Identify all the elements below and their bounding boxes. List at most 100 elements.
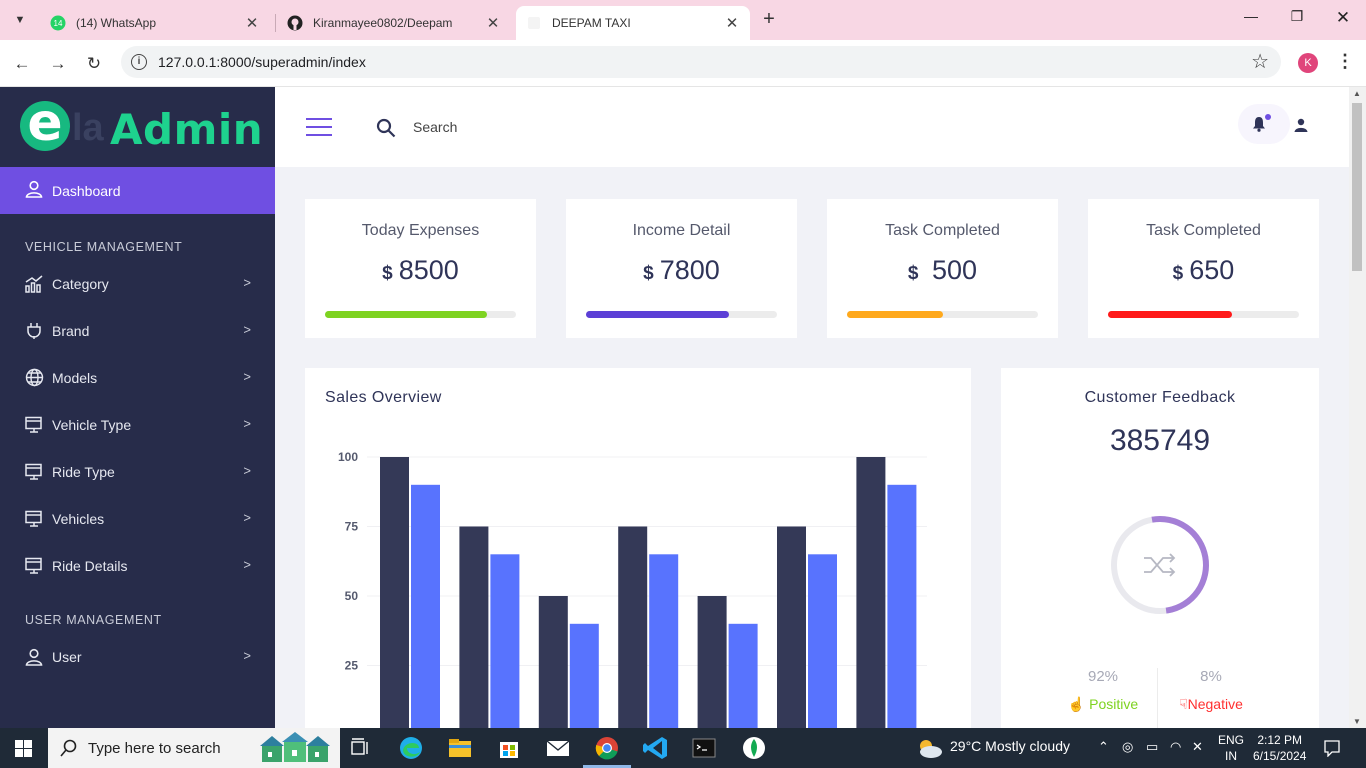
user-icon[interactable] bbox=[1294, 118, 1308, 137]
sidebar-item-brand[interactable]: Brand > bbox=[0, 307, 275, 354]
system-clock[interactable]: 2:12 PM 6/15/2024 bbox=[1253, 732, 1306, 764]
reload-button[interactable]: ↻ bbox=[80, 50, 108, 78]
village-illustration-icon bbox=[260, 732, 330, 762]
sidebar-item-label: Dashboard bbox=[52, 182, 121, 199]
back-button[interactable]: ← bbox=[8, 50, 36, 78]
progress-bar bbox=[325, 311, 516, 318]
wifi-icon[interactable]: ◠ bbox=[1170, 739, 1181, 755]
card-title: Customer Feedback bbox=[1084, 389, 1236, 406]
tab-github[interactable]: Kiranmayee0802/Deepam ✕ bbox=[277, 6, 511, 40]
bookmark-star-icon[interactable]: ☆ bbox=[1251, 49, 1269, 74]
bar-series-1-2 bbox=[459, 526, 489, 728]
search-input[interactable]: Search bbox=[413, 119, 457, 135]
language-indicator[interactable]: ENG IN bbox=[1218, 732, 1244, 764]
chevron-up-icon[interactable]: ⌃ bbox=[1098, 739, 1109, 755]
menu-toggle-icon[interactable] bbox=[306, 118, 332, 138]
top-header: Search bbox=[275, 87, 1349, 167]
chevron-right-icon: > bbox=[243, 463, 251, 478]
scroll-thumb[interactable] bbox=[1352, 103, 1362, 271]
bar-series-1-6 bbox=[777, 526, 806, 728]
tab-label: (14) WhatsApp bbox=[76, 16, 157, 30]
sidebar-item-label: Ride Details bbox=[52, 557, 128, 574]
sidebar-item-label: User bbox=[52, 648, 82, 665]
feedback-ring-chart bbox=[1111, 516, 1209, 614]
sidebar-item-vehicle-type[interactable]: Vehicle Type > bbox=[0, 401, 275, 448]
sidebar-item-label: Vehicles bbox=[52, 510, 105, 527]
sidebar-item-user[interactable]: User > bbox=[0, 633, 275, 680]
battery-icon[interactable]: ▭ bbox=[1146, 739, 1158, 755]
mail-icon[interactable] bbox=[544, 734, 572, 762]
stat-amount: $650 bbox=[1172, 255, 1235, 285]
task-view-icon[interactable] bbox=[346, 734, 374, 762]
address-toolbar: ← → ↻ i 127.0.0.1:8000/superadmin/index … bbox=[0, 40, 1366, 87]
user-icon bbox=[25, 180, 47, 201]
address-bar[interactable]: i 127.0.0.1:8000/superadmin/index ☆ bbox=[121, 46, 1281, 78]
site-info-icon[interactable]: i bbox=[131, 54, 147, 70]
monitor-icon bbox=[25, 463, 47, 481]
profile-avatar[interactable]: K bbox=[1298, 53, 1318, 73]
feedback-count: 385749 bbox=[1109, 424, 1211, 457]
sales-bar-chart: 25 50 75 100 bbox=[338, 450, 927, 728]
stat-card-task-completed: Task Completed $ 500 bbox=[827, 199, 1058, 338]
new-tab-button[interactable]: + bbox=[758, 9, 780, 31]
chart-icon bbox=[25, 274, 47, 293]
progress-bar bbox=[586, 311, 777, 318]
edge-icon[interactable] bbox=[397, 734, 425, 762]
taskbar-search-box[interactable]: Type here to search bbox=[48, 728, 340, 768]
page-scrollbar[interactable]: ▲ ▼ bbox=[1349, 87, 1366, 728]
globe-icon bbox=[25, 368, 47, 387]
bar-series-1-3 bbox=[538, 596, 568, 728]
notification-center-icon[interactable] bbox=[1323, 739, 1341, 757]
url-text[interactable]: 127.0.0.1:8000/superadmin/index bbox=[158, 54, 366, 70]
chrome-icon[interactable] bbox=[593, 734, 621, 762]
sidebar-item-ride-type[interactable]: Ride Type > bbox=[0, 448, 275, 495]
sidebar-item-vehicles[interactable]: Vehicles > bbox=[0, 495, 275, 542]
shuffle-icon bbox=[1144, 553, 1176, 577]
sidebar: e la Admin Dashboard VEHICLE MANAGEMENT … bbox=[0, 87, 275, 728]
svg-text:14: 14 bbox=[54, 19, 63, 28]
file-explorer-icon[interactable] bbox=[446, 734, 474, 762]
stat-card-today-expenses: Today Expenses $8500 bbox=[305, 199, 536, 338]
search-icon bbox=[60, 739, 77, 757]
sidebar-item-dashboard[interactable]: Dashboard bbox=[0, 167, 275, 214]
sidebar-item-label: Brand bbox=[52, 322, 90, 339]
vscode-icon[interactable] bbox=[642, 734, 670, 762]
tab-deepam-taxi[interactable]: DEEPAM TAXI ✕ bbox=[516, 6, 750, 40]
bar-series-2-2 bbox=[490, 554, 520, 728]
sidebar-item-ride-details[interactable]: Ride Details > bbox=[0, 542, 275, 589]
y-tick-label: 75 bbox=[345, 520, 359, 534]
terminal-icon[interactable] bbox=[690, 734, 718, 762]
network-icon[interactable]: ◎ bbox=[1122, 739, 1133, 755]
minimize-button[interactable]: — bbox=[1228, 8, 1274, 32]
close-window-button[interactable]: ✕ bbox=[1320, 8, 1366, 32]
volume-muted-icon[interactable]: ✕ bbox=[1192, 739, 1203, 755]
chevron-right-icon: > bbox=[243, 510, 251, 525]
mongodb-compass-icon[interactable] bbox=[740, 734, 768, 762]
thumbs-down-icon: ☟ bbox=[1179, 696, 1188, 712]
sidebar-item-label: Vehicle Type bbox=[52, 416, 132, 433]
sidebar-item-models[interactable]: Models > bbox=[0, 354, 275, 401]
browser-menu-icon[interactable]: ⋮ bbox=[1336, 51, 1354, 72]
search-icon[interactable] bbox=[376, 118, 396, 143]
weather-text[interactable]: 29°C Mostly cloudy bbox=[950, 738, 1070, 754]
close-tab-icon[interactable]: ✕ bbox=[722, 14, 742, 32]
tab-search-button[interactable]: ▼ bbox=[6, 7, 34, 33]
forward-button[interactable]: → bbox=[44, 50, 72, 78]
close-tab-icon[interactable]: ✕ bbox=[242, 14, 262, 32]
tab-whatsapp[interactable]: 14 (14) WhatsApp ✕ bbox=[40, 6, 270, 40]
close-tab-icon[interactable]: ✕ bbox=[483, 14, 503, 32]
microsoft-store-icon[interactable] bbox=[495, 734, 523, 762]
monitor-icon bbox=[25, 510, 47, 528]
negative-stat: 8% ☟Negative bbox=[1179, 668, 1243, 712]
bar-series-2-5 bbox=[728, 623, 758, 728]
tab-label: Kiranmayee0802/Deepam bbox=[313, 16, 453, 30]
restore-button[interactable]: ❐ bbox=[1274, 8, 1320, 32]
windows-start-icon[interactable] bbox=[15, 740, 32, 757]
section-user-management: USER MANAGEMENT bbox=[25, 613, 162, 627]
notifications-button[interactable] bbox=[1238, 104, 1290, 144]
brand-logo[interactable]: e la Admin bbox=[0, 87, 275, 167]
progress-bar bbox=[1108, 311, 1299, 318]
sidebar-item-category[interactable]: Category > bbox=[0, 260, 275, 307]
whatsapp-icon: 14 bbox=[50, 15, 66, 31]
browser-tab-strip: ▼ 14 (14) WhatsApp ✕ Kiranmayee0802/Deep… bbox=[0, 0, 1366, 40]
